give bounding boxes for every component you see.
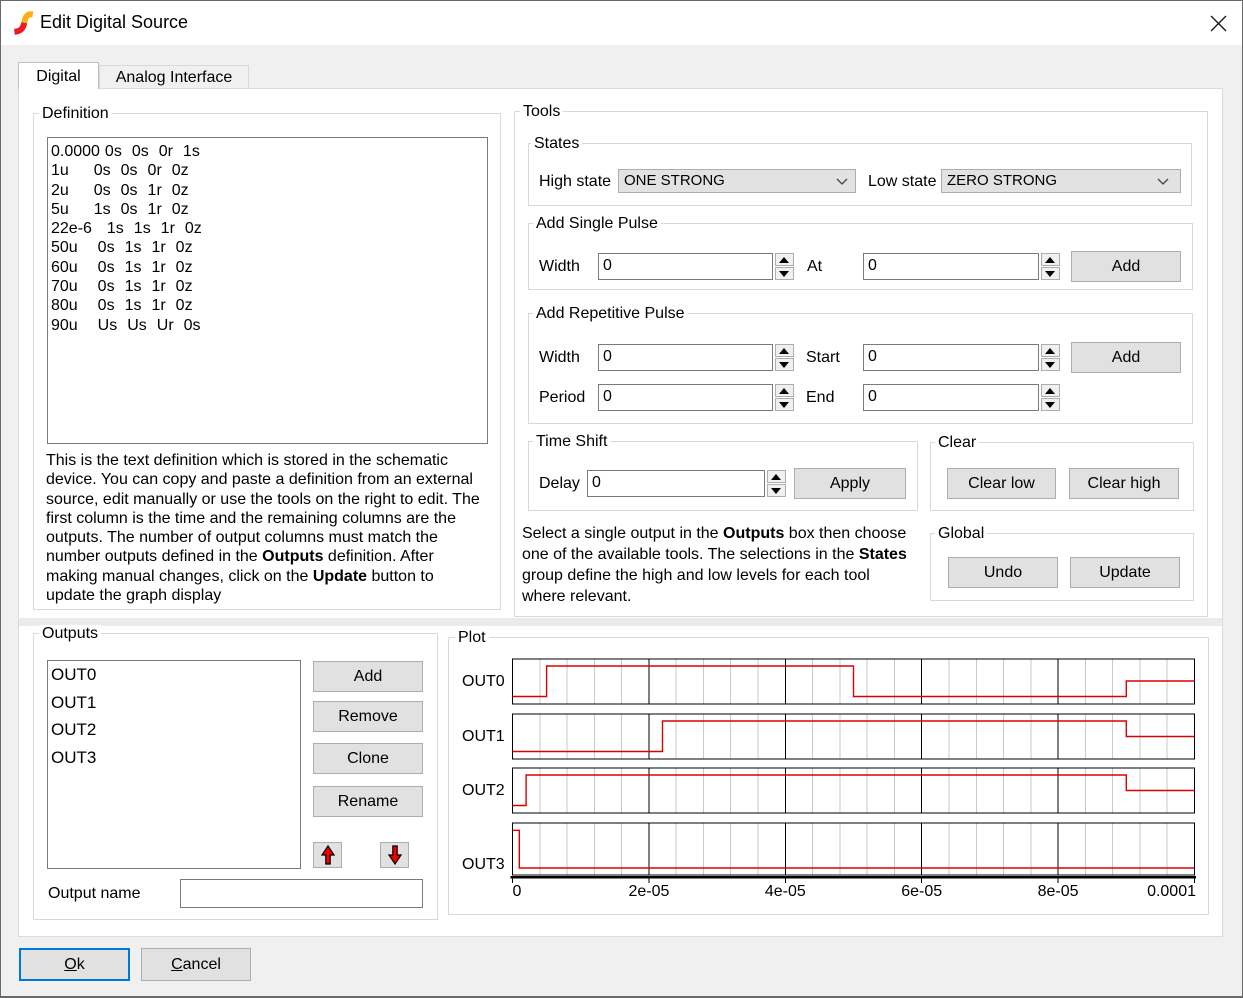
- svg-text:0.0001: 0.0001: [1147, 883, 1196, 900]
- svg-text:8e-05: 8e-05: [1038, 883, 1079, 900]
- svg-text:0: 0: [513, 883, 522, 900]
- svg-text:4e-05: 4e-05: [765, 883, 806, 900]
- svg-text:6e-05: 6e-05: [901, 883, 942, 900]
- svg-text:2e-05: 2e-05: [628, 883, 669, 900]
